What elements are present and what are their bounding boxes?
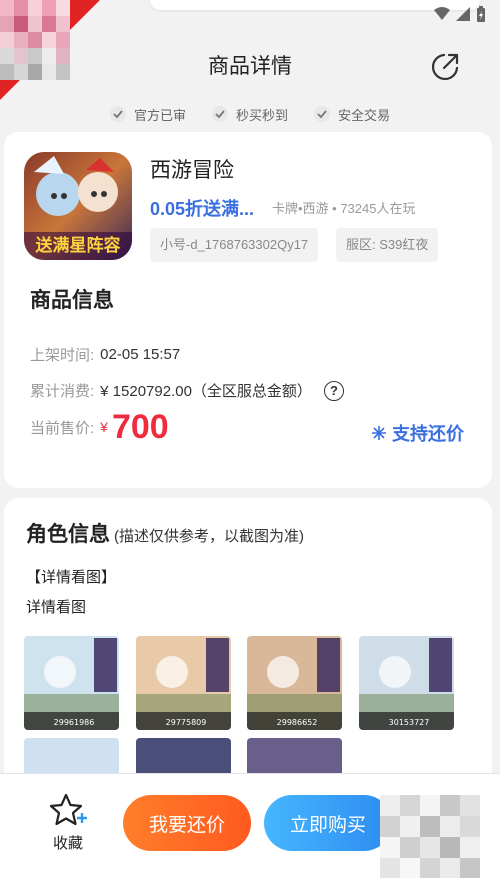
detail-heading: 【详情看图】 xyxy=(26,569,117,586)
detail-subheading: 详情看图 xyxy=(26,599,87,616)
favorite-button[interactable]: 收藏 xyxy=(48,792,88,853)
favorite-label: 收藏 xyxy=(52,835,83,852)
page-header: 商品详情 xyxy=(0,30,500,100)
page-title: 商品详情 xyxy=(208,55,292,78)
screenshot-thumbnail[interactable]: 29986652 xyxy=(247,636,342,730)
guarantee-bar: 官方已审 秒买秒到 安全交易 xyxy=(0,100,500,128)
account-tag: 小号-d_1768763302Qy17 xyxy=(150,228,319,262)
snowflake-icon xyxy=(372,426,386,440)
game-icon[interactable]: 送满星阵容 xyxy=(24,152,132,260)
battery-icon xyxy=(477,6,485,22)
bargain-button[interactable]: 我要还价 xyxy=(123,795,251,851)
listed-time-row: 上架时间: 02-05 15:57 xyxy=(30,344,180,365)
star-plus-icon xyxy=(49,793,87,826)
pixelated-overlay xyxy=(380,795,480,878)
total-spend-row: 累计消费: ¥ 1520792.00（全区服总金额） ? xyxy=(30,380,344,401)
guarantee-label: 官方已审 xyxy=(133,107,186,123)
screenshot-thumbnail[interactable]: 30153727 xyxy=(359,636,454,730)
share-icon[interactable] xyxy=(430,52,460,82)
help-icon[interactable]: ? xyxy=(323,380,344,401)
game-promo: 0.05折送满... xyxy=(150,199,255,219)
status-icons xyxy=(434,6,486,22)
guarantee-safe: 安全交易 xyxy=(314,105,390,124)
price-currency: ¥ xyxy=(100,419,108,435)
role-info-title: 角色信息 (描述仅供参考，以截图为准) xyxy=(26,518,304,548)
bargain-support-link[interactable]: 支持还价 xyxy=(372,420,464,446)
game-meta: 卡牌•西游 • 73245人在玩 xyxy=(272,201,416,216)
listed-time-label: 上架时间: xyxy=(30,347,95,364)
guarantee-official: 官方已审 xyxy=(109,105,186,124)
bargain-support-label: 支持还价 xyxy=(392,424,464,444)
buy-now-button[interactable]: 立即购买 xyxy=(264,795,392,851)
wifi-icon xyxy=(434,7,450,20)
status-pill xyxy=(150,0,480,10)
total-spend-value: ¥ 1520792.00（全区服总金额） xyxy=(100,383,312,400)
thumbnail-power: 29961986 xyxy=(54,718,95,727)
thumbnail-power: 29986652 xyxy=(277,718,318,727)
role-info-heading: 角色信息 xyxy=(26,523,110,546)
role-info-note: (描述仅供参考，以截图为准) xyxy=(114,528,304,545)
product-card: 送满星阵容 西游冒险 0.05折送满... 卡牌•西游 • 73245人在玩 小… xyxy=(4,132,492,488)
total-spend-label: 累计消费: xyxy=(30,383,95,400)
role-info-card: 角色信息 (描述仅供参考，以截图为准) 【详情看图】 详情看图 29961986 2… xyxy=(4,498,492,798)
price-value: 700 xyxy=(111,408,169,446)
check-icon xyxy=(109,106,126,122)
listed-time-value: 02-05 15:57 xyxy=(100,346,181,363)
svg-text:送满星阵容: 送满星阵容 xyxy=(36,235,121,256)
check-icon xyxy=(314,106,330,122)
check-icon xyxy=(211,106,228,122)
server-tag: 服区: S39红夜 xyxy=(336,228,439,262)
guarantee-label: 秒买秒到 xyxy=(235,107,288,123)
price-label: 当前售价: xyxy=(30,419,95,437)
signal-icon xyxy=(456,7,470,21)
thumbnail-power: 30153727 xyxy=(389,718,430,727)
screenshot-thumbnail[interactable]: 29775809 xyxy=(136,636,231,730)
goods-info-title: 商品信息 xyxy=(30,289,114,312)
guarantee-label: 安全交易 xyxy=(338,107,391,123)
game-name: 西游冒险 xyxy=(150,159,234,182)
guarantee-instant: 秒买秒到 xyxy=(211,105,288,124)
thumbnail-power: 29775809 xyxy=(166,718,207,727)
screenshot-thumbnail[interactable]: 29961986 xyxy=(24,636,119,730)
price-row: 当前售价: ¥ 700 xyxy=(30,410,169,444)
